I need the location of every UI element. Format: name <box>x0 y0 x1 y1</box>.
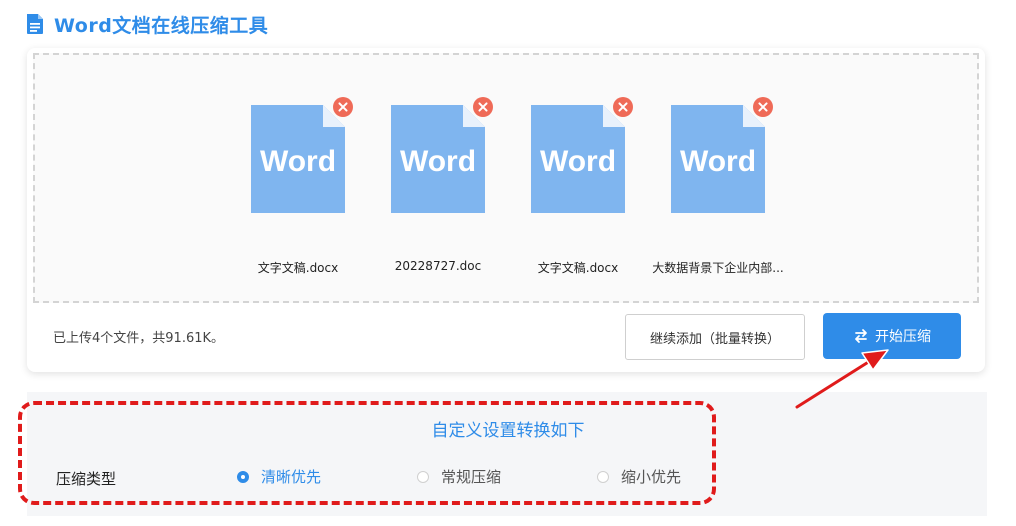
start-compress-label: 开始压缩 <box>875 329 931 345</box>
continue-add-button[interactable]: 继续添加（批量转换） <box>625 314 805 360</box>
file-item: Word 文字文稿.docx <box>223 97 373 276</box>
file-name: 文字文稿.docx <box>257 261 339 275</box>
upload-summary: 已上传4个文件，共91.61K。 <box>53 331 225 346</box>
swap-icon <box>855 329 867 343</box>
file-type-text: Word <box>399 145 477 178</box>
remove-file-icon[interactable] <box>613 97 633 117</box>
file-item: Word 文字文稿.docx <box>503 97 653 276</box>
file-item: Word 大数据背景下企业内部... <box>643 97 793 276</box>
file-item: Word 20228727.doc <box>363 97 513 273</box>
document-icon <box>27 14 43 34</box>
file-name: 大数据背景下企业内部... <box>652 261 784 275</box>
file-drop-zone[interactable]: Word 文字文稿.docx Word 20228727.doc Word 文字… <box>33 53 979 303</box>
remove-file-icon[interactable] <box>753 97 773 117</box>
file-name: 20228727.doc <box>394 259 482 273</box>
upload-card: Word 文字文稿.docx Word 20228727.doc Word 文字… <box>27 48 985 372</box>
file-name: 文字文稿.docx <box>537 261 619 275</box>
file-type-text: Word <box>259 145 337 178</box>
start-compress-button[interactable]: 开始压缩 <box>823 313 961 359</box>
page-header: Word文档在线压缩工具 <box>26 10 268 38</box>
file-type-text: Word <box>539 145 617 178</box>
annotation-highlight-box <box>18 401 716 505</box>
page-title: Word文档在线压缩工具 <box>54 14 269 37</box>
file-type-text: Word <box>679 145 757 178</box>
remove-file-icon[interactable] <box>333 97 353 117</box>
remove-file-icon[interactable] <box>473 97 493 117</box>
